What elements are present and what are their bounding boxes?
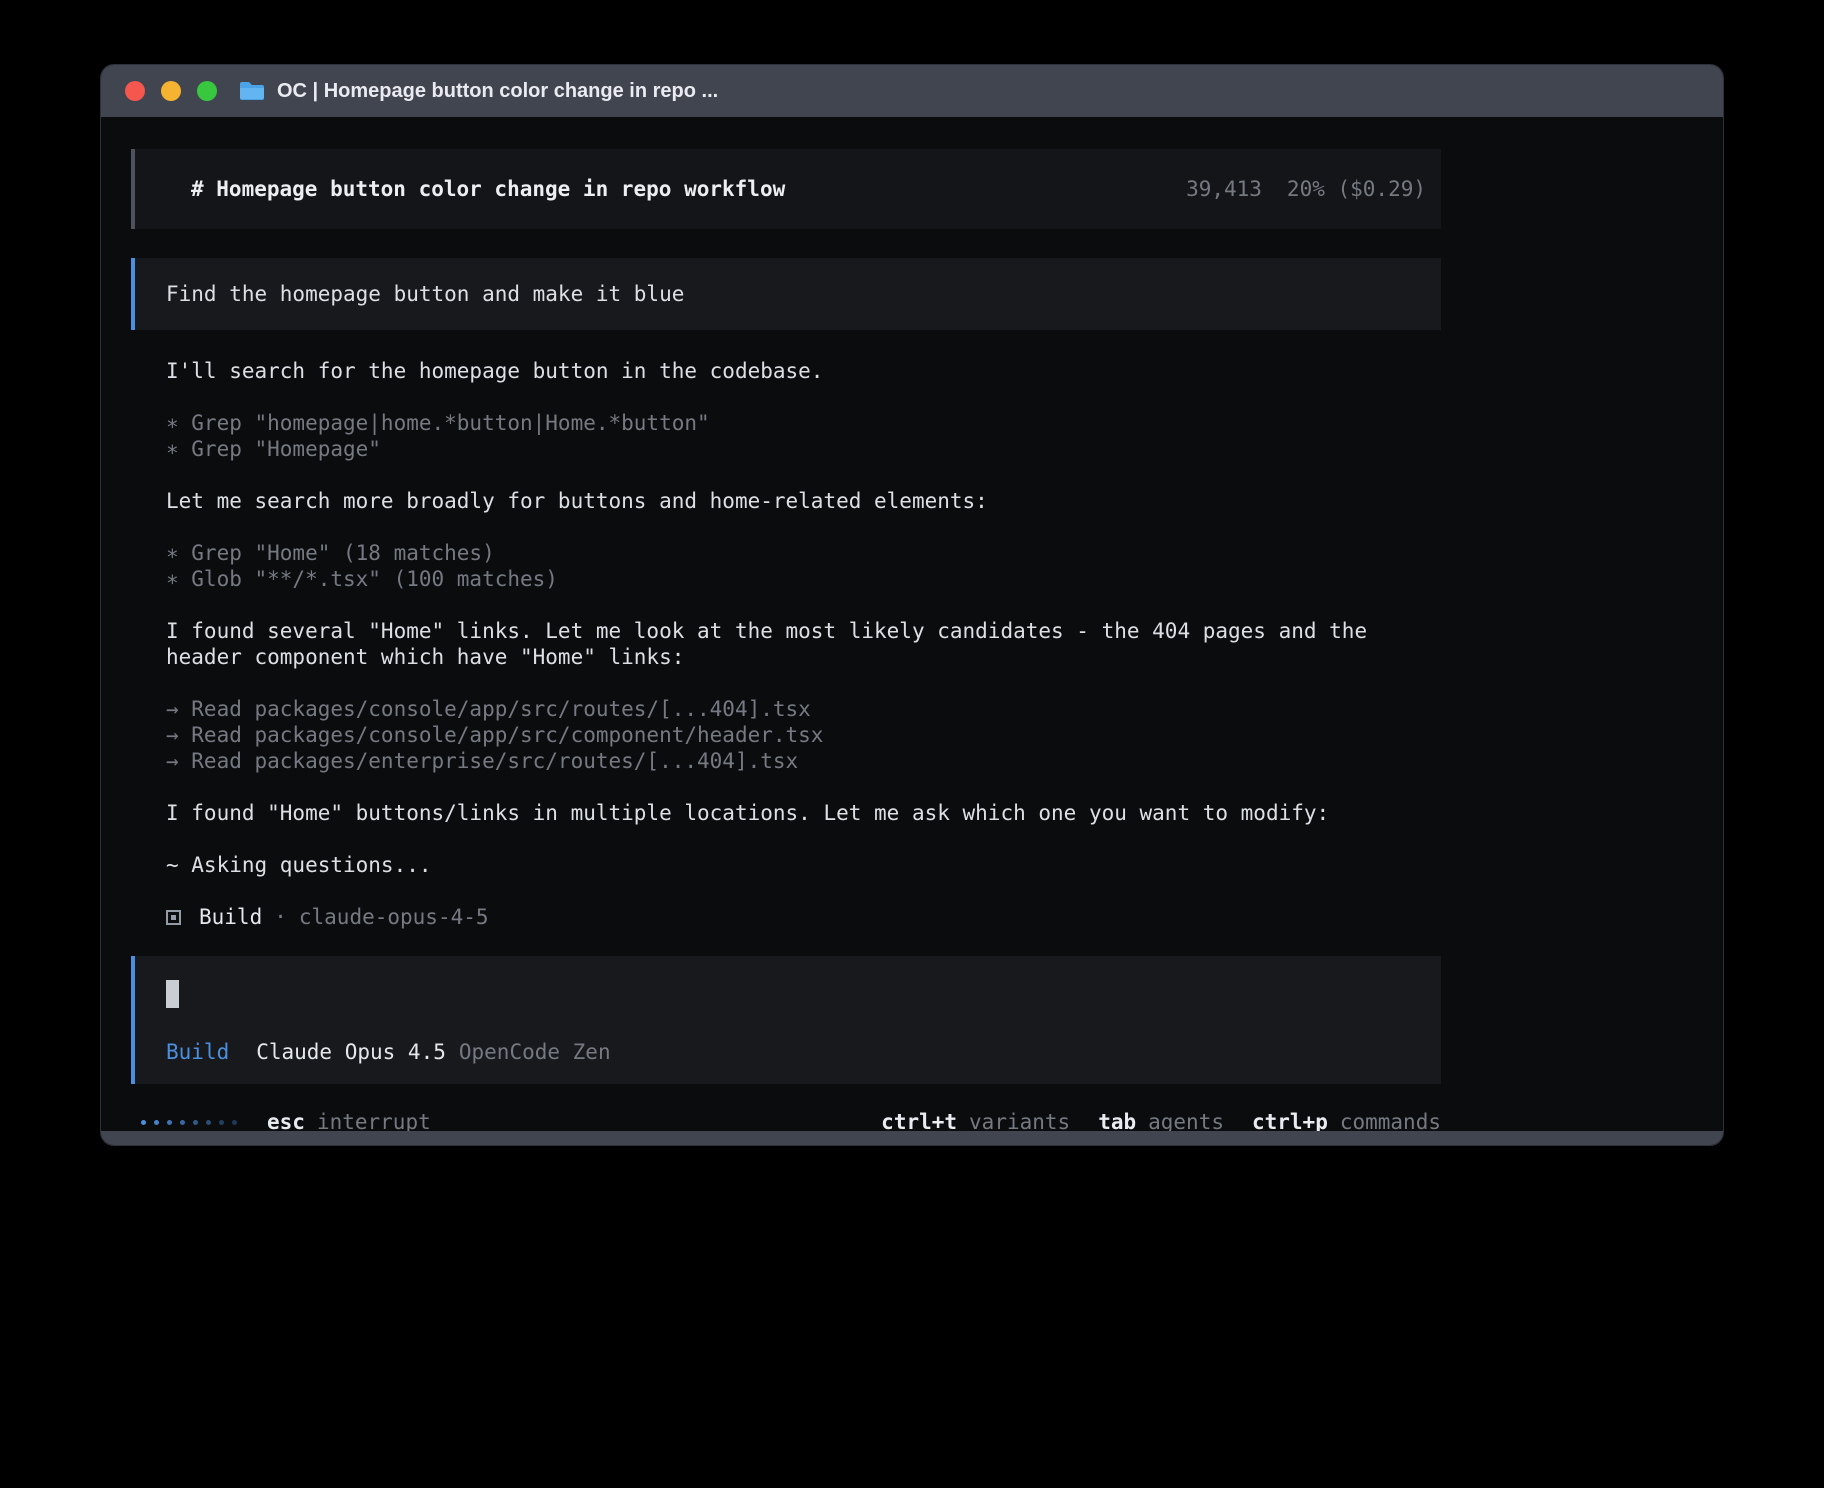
input-meta-row: Build Claude Opus 4.5 OpenCode Zen bbox=[166, 1040, 1410, 1064]
assistant-message: I found several "Home" links. Let me loo… bbox=[166, 618, 1401, 670]
tool-call-grep: ∗ Grep "homepage|home.*button|Home.*butt… bbox=[166, 410, 1401, 436]
assistant-message: I'll search for the homepage button in t… bbox=[166, 358, 1401, 384]
titlebar[interactable]: OC | Homepage button color change in rep… bbox=[101, 65, 1723, 117]
tool-call-read: → Read packages/enterprise/src/routes/[.… bbox=[166, 748, 1401, 774]
session-title: # Homepage button color change in repo w… bbox=[191, 177, 785, 201]
close-button[interactable] bbox=[125, 81, 145, 101]
token-count: 39,413 bbox=[1186, 177, 1262, 201]
context-usage: 20% ($0.29) bbox=[1287, 177, 1426, 201]
tool-call-read: → Read packages/console/app/src/routes/[… bbox=[166, 696, 1401, 722]
agent-mode-label[interactable]: Build bbox=[166, 1040, 229, 1064]
user-message-text: Find the homepage button and make it blu… bbox=[166, 282, 684, 306]
window-title: OC | Homepage button color change in rep… bbox=[277, 80, 718, 103]
assistant-message: Let me search more broadly for buttons a… bbox=[166, 488, 1401, 514]
traffic-lights bbox=[125, 81, 217, 101]
terminal-window: OC | Homepage button color change in rep… bbox=[100, 64, 1724, 1146]
tool-call-group: → Read packages/console/app/src/routes/[… bbox=[166, 696, 1401, 774]
folder-icon bbox=[239, 80, 265, 102]
session-stats: 39,413 20% ($0.29) bbox=[1186, 177, 1426, 201]
agent-status-line: Build · claude-opus-4-5 bbox=[166, 904, 1401, 930]
agent-model: claude-opus-4-5 bbox=[299, 904, 489, 930]
terminal-body: # Homepage button color change in repo w… bbox=[101, 117, 1723, 1131]
conversation: I'll search for the homepage button in t… bbox=[131, 358, 1441, 930]
tool-call-grep: ∗ Grep "Home" (18 matches) bbox=[166, 540, 1401, 566]
agent-separator: · bbox=[274, 904, 287, 930]
asking-questions-text: ~ Asking questions... bbox=[166, 852, 1401, 878]
tool-call-group: ∗ Grep "Home" (18 matches) ∗ Glob "**/*.… bbox=[166, 540, 1401, 592]
spinner-icon bbox=[141, 1120, 237, 1125]
assistant-text: I found several "Home" links. Let me loo… bbox=[166, 618, 1401, 670]
minimize-button[interactable] bbox=[161, 81, 181, 101]
provider-name: OpenCode Zen bbox=[459, 1040, 611, 1064]
assistant-text: I'll search for the homepage button in t… bbox=[166, 358, 1401, 384]
text-cursor bbox=[166, 980, 179, 1008]
window-bottom-edge bbox=[101, 1131, 1723, 1145]
agent-icon bbox=[166, 910, 181, 925]
agent-name: Build bbox=[199, 904, 262, 930]
tool-call-group: ∗ Grep "homepage|home.*button|Home.*butt… bbox=[166, 410, 1401, 462]
tool-call-grep: ∗ Grep "Homepage" bbox=[166, 436, 1401, 462]
tool-call-glob: ∗ Glob "**/*.tsx" (100 matches) bbox=[166, 566, 1401, 592]
tool-call-read: → Read packages/console/app/src/componen… bbox=[166, 722, 1401, 748]
assistant-message: I found "Home" buttons/links in multiple… bbox=[166, 800, 1401, 826]
assistant-text: I found "Home" buttons/links in multiple… bbox=[166, 800, 1401, 826]
user-message: Find the homepage button and make it blu… bbox=[131, 258, 1441, 330]
assistant-status: ~ Asking questions... bbox=[166, 852, 1401, 878]
zoom-button[interactable] bbox=[197, 81, 217, 101]
prompt-input[interactable]: Build Claude Opus 4.5 OpenCode Zen bbox=[131, 956, 1441, 1084]
tui-column: # Homepage button color change in repo w… bbox=[131, 149, 1441, 1146]
model-name: Claude Opus 4.5 bbox=[256, 1040, 446, 1064]
assistant-text: Let me search more broadly for buttons a… bbox=[166, 488, 1401, 514]
session-header: # Homepage button color change in repo w… bbox=[131, 149, 1441, 229]
